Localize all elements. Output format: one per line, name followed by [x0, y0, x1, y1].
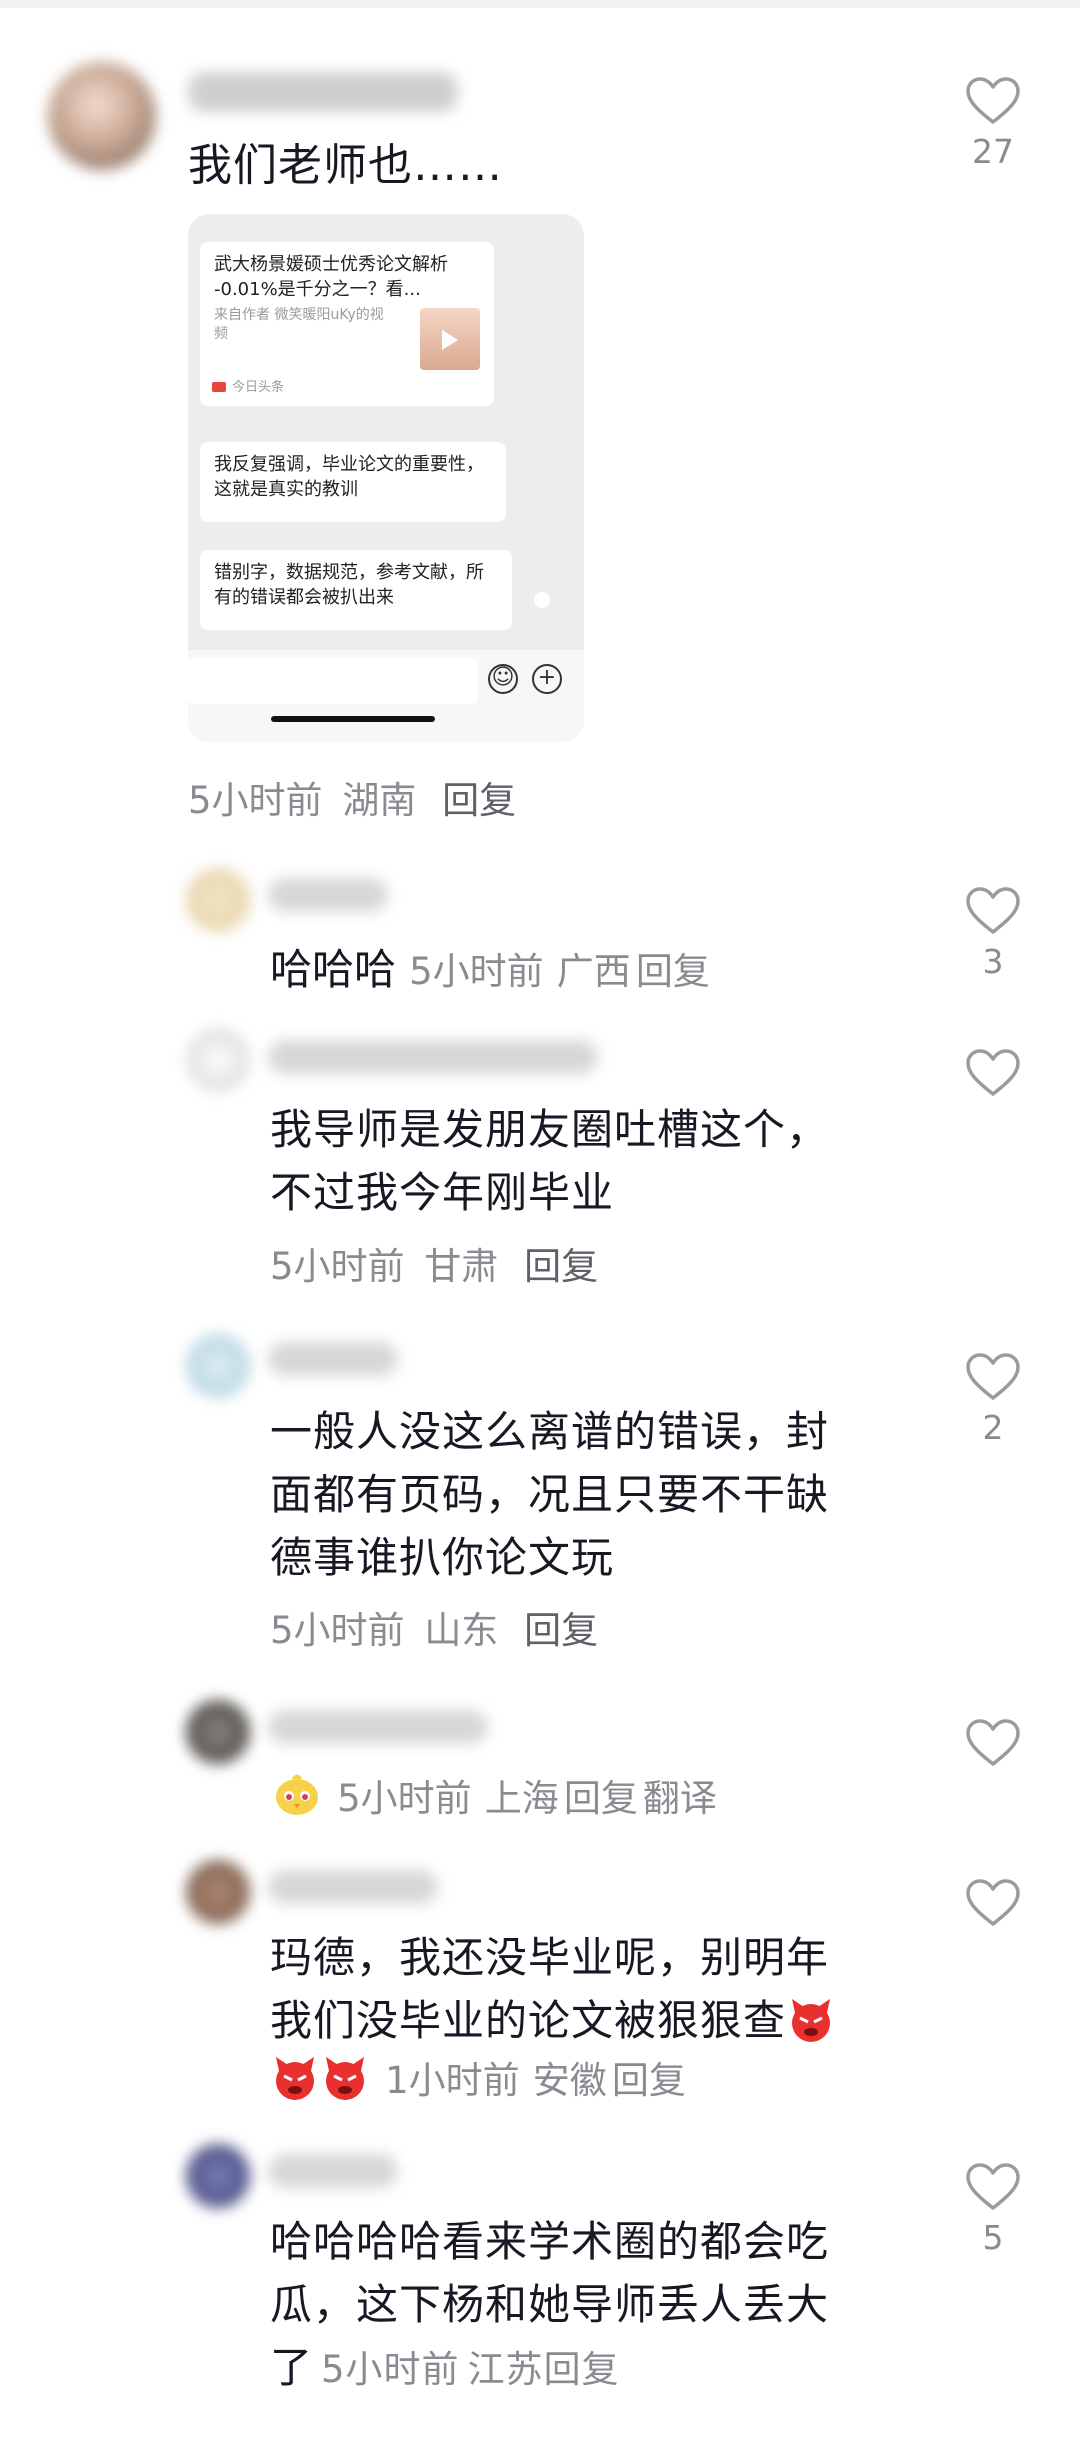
time: 5小时前 [188, 779, 323, 822]
chat-message: 错别字，数据规范，参考文献，所有的错误都会被扒出来 [200, 550, 512, 630]
location: 广西 [556, 950, 631, 993]
chat-input-bar: ☺ + [188, 650, 584, 742]
video-thumbnail [420, 308, 480, 370]
username[interactable] [268, 1040, 598, 1074]
avatar[interactable] [186, 1334, 250, 1398]
reply-text-line: 面都有页码，况且只要不干缺 [270, 1470, 830, 1519]
comment-image[interactable]: 武大杨景媛硕士优秀论文解析 -0.01%是千分之一？看... 来自作者 微笑暖阳… [188, 214, 584, 742]
avatar[interactable] [186, 868, 250, 932]
location: 上海 [484, 1777, 559, 1820]
location: 山东 [424, 1609, 499, 1652]
like-button[interactable] [938, 1718, 1048, 1768]
reply-text-line: 德事谁扒你论文玩 [270, 1533, 615, 1582]
like-button[interactable]: 2 [938, 1352, 1048, 1447]
reply-button[interactable]: 回复 [524, 1609, 598, 1652]
card-title: 武大杨景媛硕士优秀论文解析 -0.01%是千分之一？看... [214, 254, 448, 300]
like-button[interactable]: 3 [938, 886, 1048, 981]
reply-text: 玛德，我还没毕业呢，别明年 我们没毕业的论文被狠狠查 [270, 1926, 836, 2052]
reply-text-line: 玛德，我还没毕业呢，别明年 [270, 1933, 830, 1982]
angry-devil-emoji [270, 2053, 320, 2103]
comment-meta: 5小时前 湖南 回复 [188, 770, 516, 824]
toutiao-logo-icon [212, 382, 226, 392]
angry-devil-emoji [786, 1995, 836, 2045]
avatar[interactable] [186, 1028, 250, 1092]
username[interactable] [268, 1342, 398, 1376]
reply-meta: 5小时前 山东 回复 [270, 1600, 598, 1654]
like-count: 5 [982, 2218, 1004, 2257]
chat-message: 我反复强调，毕业论文的重要性，这就是真实的教训 [200, 442, 506, 522]
time: 5小时前 [409, 950, 544, 993]
username[interactable] [188, 72, 458, 112]
like-button[interactable] [938, 1878, 1048, 1928]
like-count: 27 [972, 132, 1014, 171]
reply-row: 哈哈哈 5小时前 广西 回复 [270, 936, 710, 997]
time: 5小时前 [337, 1777, 472, 1820]
like-button[interactable] [938, 1048, 1048, 1098]
top-divider [0, 0, 1080, 8]
plus-icon[interactable]: + [532, 664, 562, 694]
reply-text-line-wrap: 我们没毕业的论文被狠狠查 [270, 1989, 836, 2052]
location: 安徽 [532, 2059, 607, 2102]
avatar[interactable] [48, 62, 156, 170]
like-count: 3 [982, 942, 1004, 981]
reply-text-line: 我们没毕业的论文被狠狠查 [270, 1996, 787, 2045]
time: 5小时前 [321, 2348, 460, 2391]
time: 1小时前 [385, 2059, 520, 2102]
heart-outline-icon [966, 1719, 1020, 1766]
username[interactable] [268, 878, 388, 912]
home-indicator [271, 716, 435, 722]
card-author: 来自作者 微笑暖阳uKy的视频 [214, 307, 384, 342]
emoji-icon[interactable]: ☺ [488, 664, 518, 694]
reply-text: 一般人没这么离谱的错误，封 面都有页码，况且只要不干缺 德事谁扒你论文玩 [270, 1400, 829, 1589]
heart-outline-icon [966, 1353, 1020, 1400]
play-icon [442, 330, 458, 350]
reply-text-line: 不过我今年刚毕业 [270, 1168, 615, 1217]
card-source: 今日头条 [212, 375, 284, 400]
username[interactable] [268, 1710, 488, 1744]
reply-meta: 5小时前 甘肃 回复 [270, 1236, 598, 1290]
avatar[interactable] [186, 1700, 250, 1764]
reply-button[interactable]: 回复 [636, 950, 710, 993]
reply-text-line-wrap: 了 5小时前 江苏回复 [270, 2336, 829, 2401]
angry-devil-emoji [320, 2053, 370, 2103]
location: 甘肃 [424, 1245, 499, 1288]
time: 5小时前 [270, 1609, 405, 1652]
chat-input[interactable] [188, 658, 478, 704]
reply-text-line: 哈哈哈哈看来学术圈的都会吃 [270, 2217, 830, 2266]
reply-text: 哈哈哈哈看来学术圈的都会吃 瓜，这下杨和她导师丢人丢大 了 5小时前 江苏回复 [270, 2210, 829, 2401]
reply-text-line: 我导师是发朋友圈吐槽这个， [270, 1105, 830, 1154]
like-button[interactable]: 27 [938, 76, 1048, 171]
link-card[interactable]: 武大杨景媛硕士优秀论文解析 -0.01%是千分之一？看... 来自作者 微笑暖阳… [200, 242, 494, 406]
heart-outline-icon [966, 1879, 1020, 1926]
avatar[interactable] [186, 1860, 250, 1924]
reply-text-line: 了 [270, 2343, 314, 2392]
reply-button[interactable]: 回复 [612, 2059, 686, 2102]
like-button[interactable]: 5 [938, 2162, 1048, 2257]
reply-button[interactable]: 回复 [544, 2348, 620, 2391]
location: 湖南 [342, 779, 417, 822]
reply-text-line: 瓜，这下杨和她导师丢人丢大 [270, 2280, 830, 2329]
time: 5小时前 [270, 1245, 405, 1288]
location: 江苏 [467, 2348, 544, 2391]
comment-text: 我们老师也…… [188, 140, 503, 191]
avatar[interactable] [186, 2144, 250, 2208]
heart-outline-icon [966, 887, 1020, 934]
reply-button[interactable]: 回复 [442, 779, 516, 822]
reply-text-line: 一般人没这么离谱的错误，封 [270, 1407, 830, 1456]
heart-outline-icon [966, 77, 1020, 124]
reply-text: 我导师是发朋友圈吐槽这个， 不过我今年刚毕业 [270, 1098, 829, 1224]
reply-meta-row: 1小时前 安徽 回复 [270, 2050, 686, 2104]
reply-button[interactable]: 回复 [564, 1777, 638, 1820]
reply-button[interactable]: 回复 [524, 1245, 598, 1288]
username[interactable] [268, 2154, 398, 2188]
chick-emoji [272, 1769, 322, 1819]
reply-text: 哈哈哈 [270, 945, 397, 994]
bubble-dot [534, 592, 550, 608]
heart-outline-icon [966, 2163, 1020, 2210]
translate-button[interactable]: 翻译 [643, 1777, 717, 1820]
like-count: 2 [982, 1408, 1004, 1447]
reply-row: 5小时前 上海 回复 翻译 [272, 1768, 717, 1822]
username[interactable] [268, 1870, 438, 1904]
heart-outline-icon [966, 1049, 1020, 1096]
